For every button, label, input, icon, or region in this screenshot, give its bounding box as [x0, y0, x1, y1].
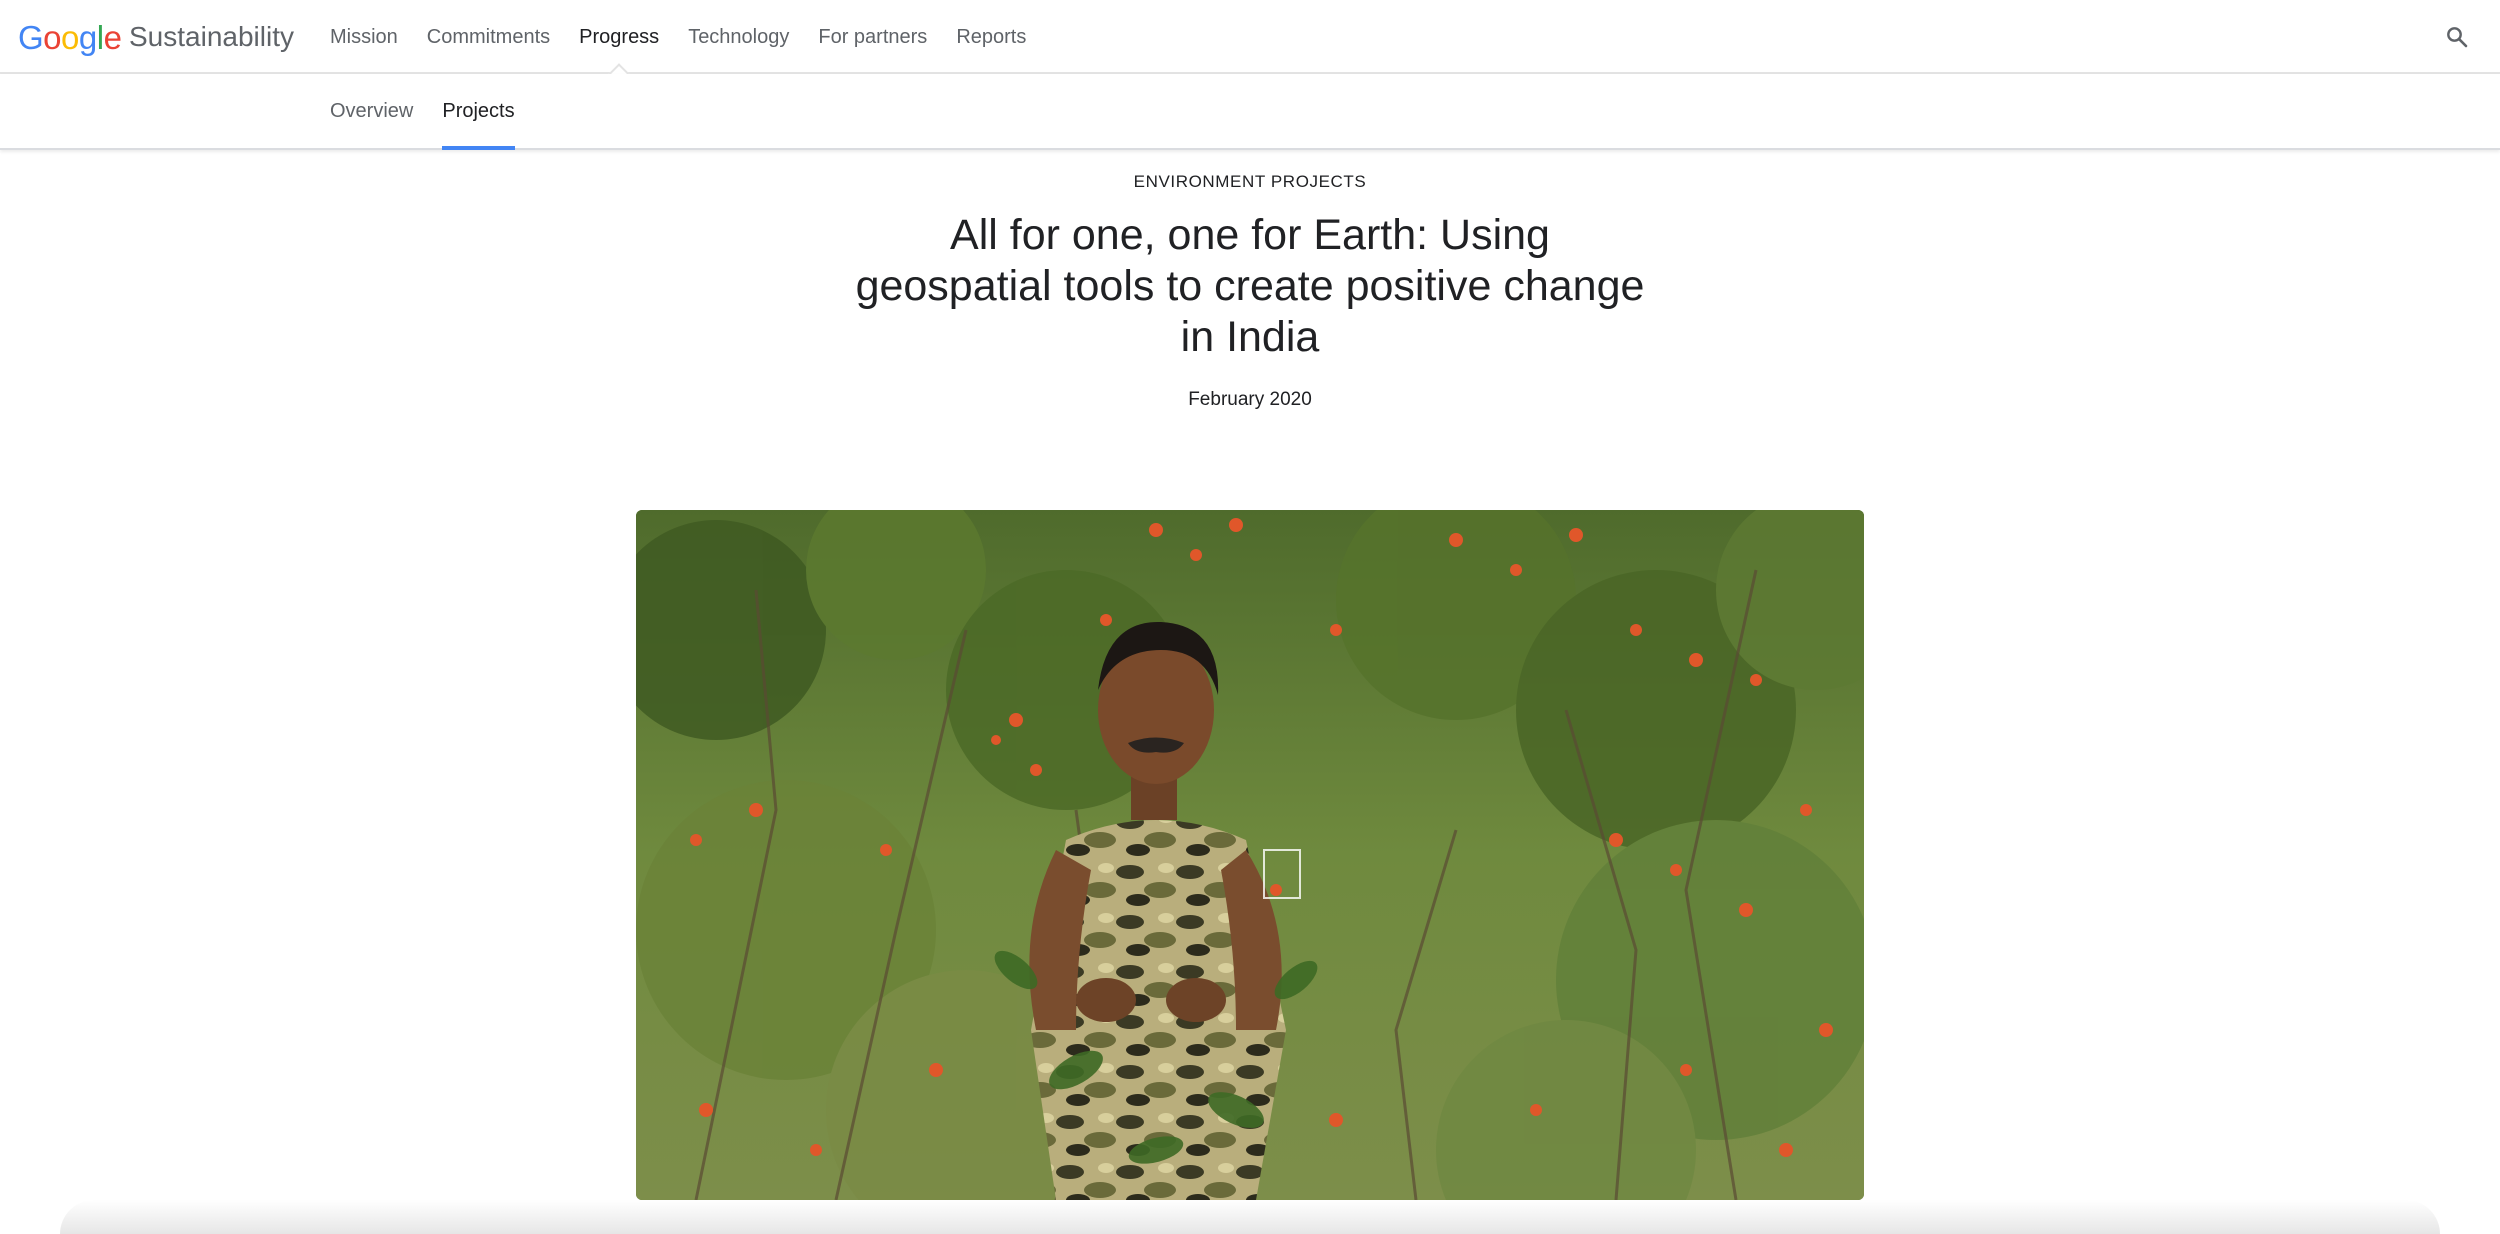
search-button[interactable]: [2440, 20, 2474, 54]
tab-overview[interactable]: Overview: [330, 74, 413, 148]
nav-item-for-partners[interactable]: For partners: [818, 0, 927, 74]
nav-item-commitments[interactable]: Commitments: [427, 0, 550, 74]
main-nav: Mission Commitments Progress Technology …: [330, 0, 1055, 89]
top-header: Google Sustainability Mission Commitment…: [0, 0, 2500, 89]
nav-item-reports[interactable]: Reports: [956, 0, 1026, 74]
hero-image: [636, 510, 1864, 1200]
nav-item-progress[interactable]: Progress: [579, 0, 660, 89]
nav-item-technology[interactable]: Technology: [688, 0, 789, 74]
tab-projects[interactable]: Projects: [442, 74, 515, 150]
bottom-shadow: [60, 1200, 2440, 1234]
search-icon: [2447, 27, 2468, 48]
google-logo[interactable]: Google: [18, 18, 122, 58]
site-name[interactable]: Sustainability: [129, 19, 294, 55]
article-date: February 2020: [1188, 389, 1312, 410]
article-eyebrow: ENVIRONMENT PROJECTS: [1133, 172, 1367, 191]
google-logo-wordmark: Google: [18, 19, 122, 56]
sub-nav: Overview Projects: [0, 74, 2500, 150]
nav-item-progress-label: Progress: [579, 26, 660, 48]
article-title: All for one, one for Earth: Using geospa…: [855, 211, 1645, 361]
nav-item-mission[interactable]: Mission: [330, 0, 398, 74]
